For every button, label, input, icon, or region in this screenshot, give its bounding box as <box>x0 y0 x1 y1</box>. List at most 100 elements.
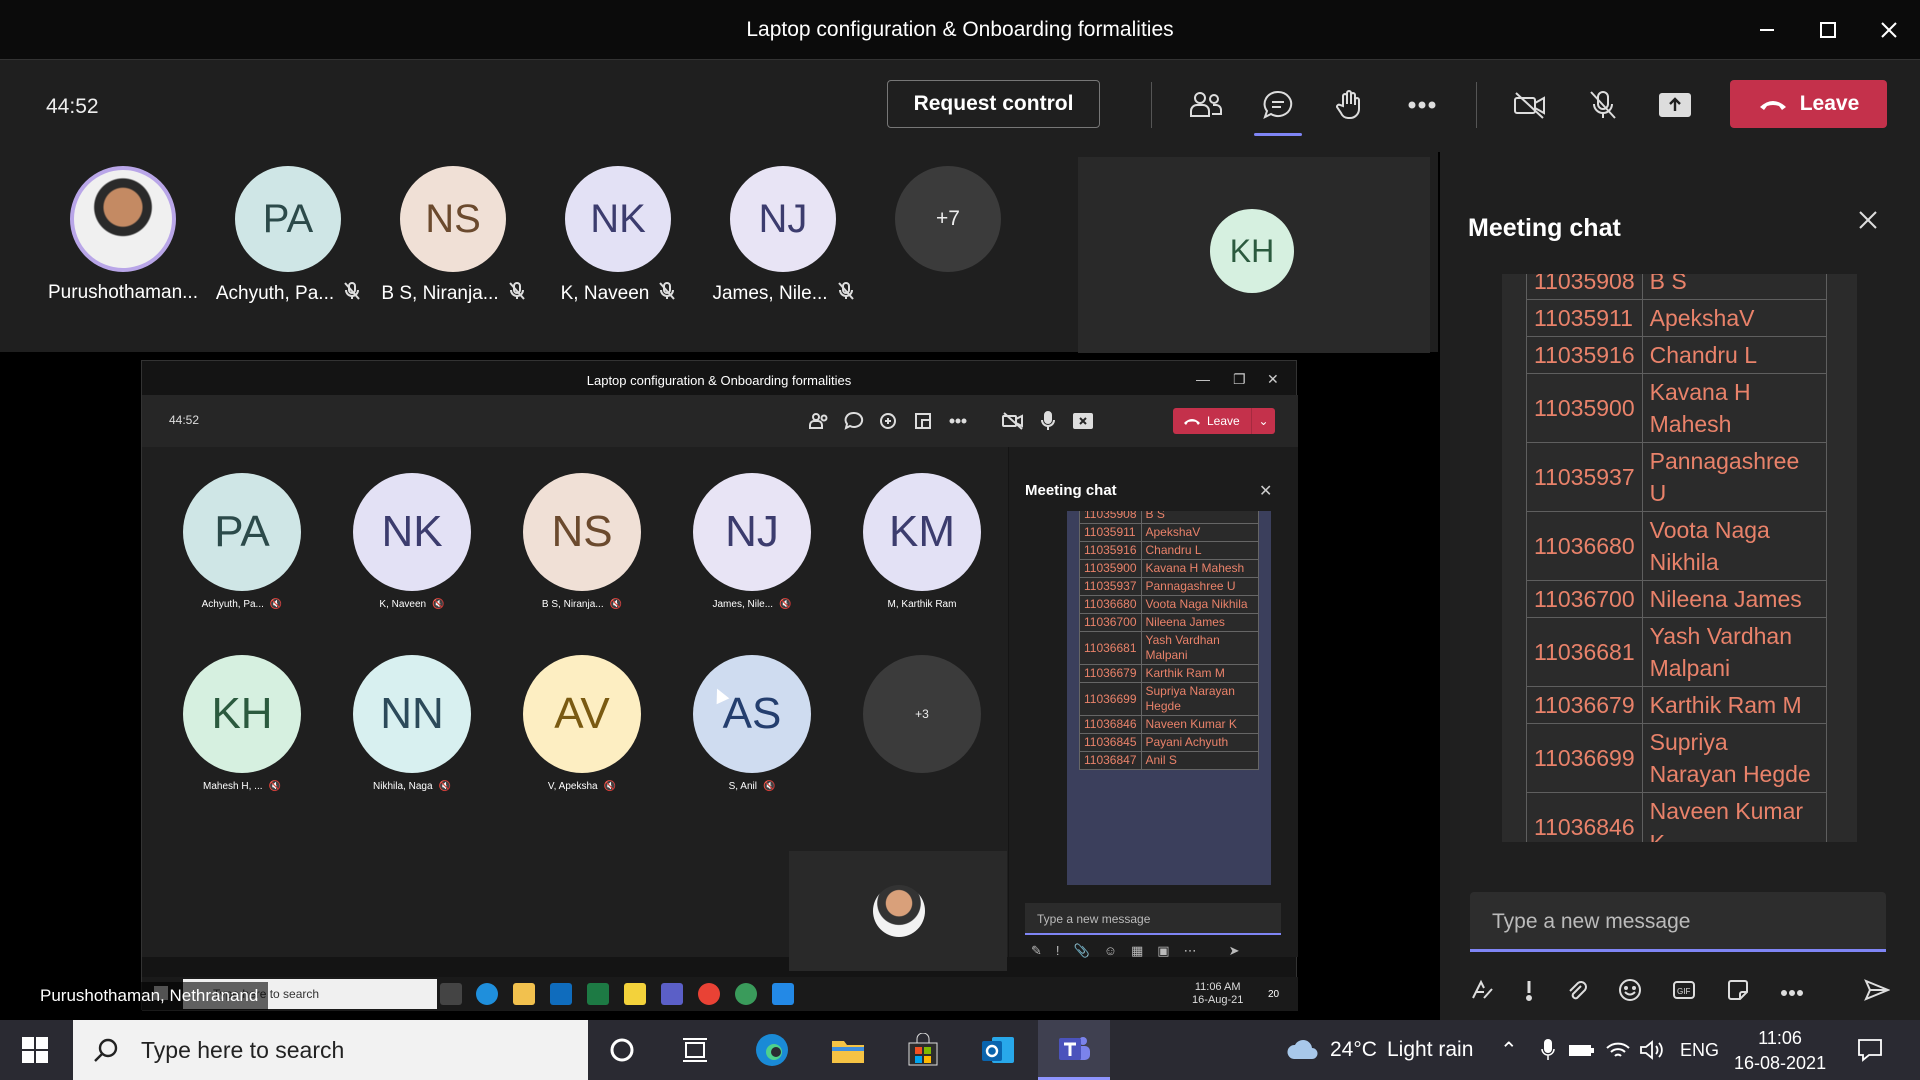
volume-icon[interactable] <box>1634 1032 1670 1068</box>
avatar: AV <box>523 655 641 773</box>
weather-text[interactable]: Light rain <box>1387 1038 1473 1062</box>
avatar-initials: NK <box>381 507 443 556</box>
mic-off-icon[interactable] <box>1578 80 1628 130</box>
edge-icon[interactable] <box>754 1032 790 1068</box>
participant-tile[interactable]: NJ James, Nile... <box>698 166 868 306</box>
message-input[interactable]: Type a new message <box>1470 892 1886 952</box>
employee-id-cell: 11035908 <box>1526 274 1643 300</box>
employee-id-cell: 11035916 <box>1079 541 1142 560</box>
shared-chat-tools: ✎ ! 📎 ☺ ▦ ▣ ⋯ ➤ <box>1031 943 1240 959</box>
employee-id-cell: 11036681 <box>1526 617 1643 687</box>
action-center-icon[interactable] <box>1852 1032 1888 1068</box>
shared-teams-window: Laptop configuration & Onboarding formal… <box>141 360 1298 1011</box>
wifi-icon[interactable] <box>1600 1032 1636 1068</box>
raise-hand-icon[interactable] <box>1325 80 1375 130</box>
emoji-icon[interactable] <box>1618 978 1642 1007</box>
employee-name-cell: Yash Vardhan Malpani <box>1641 617 1828 687</box>
more-options-icon[interactable] <box>1397 80 1447 130</box>
table-row: 11036679 Karthik Ram M <box>1079 664 1259 683</box>
request-control-button[interactable]: Request control <box>887 80 1100 128</box>
mic-off-icon: 🔇 <box>603 781 617 792</box>
restore-icon: ❐ <box>1233 371 1246 387</box>
windows-start-icon[interactable] <box>17 1032 53 1068</box>
employee-id-cell: 11035900 <box>1079 559 1142 578</box>
presenter-name-label: Purushothaman, Nethranand <box>30 982 269 1010</box>
task-view-icon[interactable] <box>677 1032 713 1068</box>
employee-id-cell: 11036846 <box>1079 715 1142 734</box>
participant-tile[interactable]: NS B S, Niranja... <box>368 166 538 306</box>
participant-name: B S, Niranja... <box>541 599 604 610</box>
microsoft-store-icon[interactable] <box>905 1032 941 1068</box>
close-icon: ✕ <box>1267 371 1279 387</box>
employee-id-cell: 11036680 <box>1079 595 1142 614</box>
important-icon[interactable] <box>1524 978 1534 1007</box>
notification-count: 20 <box>1268 989 1280 1000</box>
microphone-icon[interactable] <box>1530 1032 1566 1068</box>
taskbar-search-box[interactable]: Type here to search <box>73 1020 588 1080</box>
cortana-icon[interactable] <box>604 1032 640 1068</box>
close-window-button[interactable] <box>1864 10 1914 50</box>
employee-id-cell: 11035900 <box>1526 373 1643 443</box>
chevron-up-icon[interactable]: ⌃ <box>1500 1038 1518 1063</box>
participant-name: M, Karthik Ram <box>887 599 957 610</box>
mic-off-icon <box>659 282 676 306</box>
close-icon: ✕ <box>1259 483 1273 500</box>
participant-name: Purushothaman... <box>48 282 198 303</box>
chat-icon[interactable] <box>1253 80 1303 136</box>
avatar-initials: AS <box>722 689 782 738</box>
gif-icon[interactable]: GIF <box>1672 979 1696 1006</box>
attach-icon[interactable] <box>1564 978 1588 1007</box>
shared-clock-date: 16-Aug-21 <box>1192 994 1244 1006</box>
mic-off-icon <box>837 282 854 306</box>
leave-button[interactable]: Leave <box>1730 80 1887 128</box>
more-icon[interactable] <box>1780 983 1804 1001</box>
roster-table: 11035908 B S 11035911 ApekshaV 11035916 Chand… <box>1526 274 1828 842</box>
teams-icon[interactable] <box>1038 1020 1110 1080</box>
employee-id-cell: 11036680 <box>1526 511 1643 581</box>
sticker-icon[interactable] <box>1726 978 1750 1007</box>
format-icon[interactable] <box>1470 978 1494 1007</box>
chat-message[interactable]: 11035908 B S 11035911 ApekshaV 11035916 Chand… <box>1502 274 1857 842</box>
battery-icon[interactable] <box>1564 1032 1600 1068</box>
edge-icon <box>476 983 498 1005</box>
participant-tile[interactable]: NK K, Naveen <box>533 166 703 306</box>
avatar: KH <box>1210 209 1294 293</box>
file-explorer-icon[interactable] <box>830 1032 866 1068</box>
close-chat-button[interactable] <box>1856 208 1880 237</box>
employee-name-cell: Naveen Kumar K <box>1641 792 1828 842</box>
shared-window-title: Laptop configuration & Onboarding formal… <box>586 373 852 388</box>
table-row: 11035916 Chandru L <box>1526 336 1828 374</box>
participant-tile[interactable]: Purushothaman... <box>38 166 208 304</box>
employee-name-cell: Payani Achyuth <box>1140 733 1259 752</box>
employee-name-cell: Karthik Ram M <box>1140 664 1259 683</box>
send-icon[interactable] <box>1864 978 1891 1007</box>
share-screen-icon[interactable] <box>1650 80 1700 130</box>
overflow-participants-button[interactable]: +7 <box>863 166 1033 272</box>
camera-off-icon[interactable] <box>1505 80 1555 130</box>
minimize-button[interactable] <box>1742 10 1792 50</box>
maximize-button[interactable] <box>1803 10 1853 50</box>
phone-hangup-icon <box>1184 418 1200 425</box>
outlook-icon[interactable] <box>980 1032 1016 1068</box>
people-icon[interactable] <box>1181 80 1231 130</box>
toolbar-divider <box>1151 82 1152 128</box>
overflow-count-badge: +7 <box>895 166 1001 272</box>
window-titlebar: Laptop configuration & Onboarding formal… <box>0 0 1920 60</box>
taskbar-clock[interactable]: 11:06 16-08-2021 <box>1734 1026 1826 1076</box>
employee-name-cell: Voota Naga Nikhila <box>1641 511 1828 581</box>
employee-name-cell: Kavana H Mahesh <box>1641 373 1828 443</box>
employee-name-cell: Voota Naga Nikhila <box>1140 595 1259 614</box>
table-row: 11035937 Pannagashree U <box>1079 577 1259 596</box>
avatar: NK <box>353 473 471 591</box>
participant-tile[interactable]: PA Achyuth, Pa... <box>203 166 373 306</box>
avatar-initials: KH <box>1229 232 1275 269</box>
language-indicator[interactable]: ENG <box>1680 1040 1719 1061</box>
avatar-initials: NJ <box>725 507 779 556</box>
spotlight-tile[interactable]: KH <box>1078 157 1430 353</box>
weather-cloud-icon[interactable] <box>1284 1032 1320 1068</box>
avatar-initials: KH <box>211 689 273 738</box>
weather-temp[interactable]: 24°C <box>1330 1038 1377 1062</box>
shared-chat-title: Meeting chat <box>1025 482 1117 499</box>
employee-id-cell: 11036679 <box>1526 686 1643 724</box>
meeting-toolbar: 44:52 Request control Leave <box>0 60 1920 152</box>
